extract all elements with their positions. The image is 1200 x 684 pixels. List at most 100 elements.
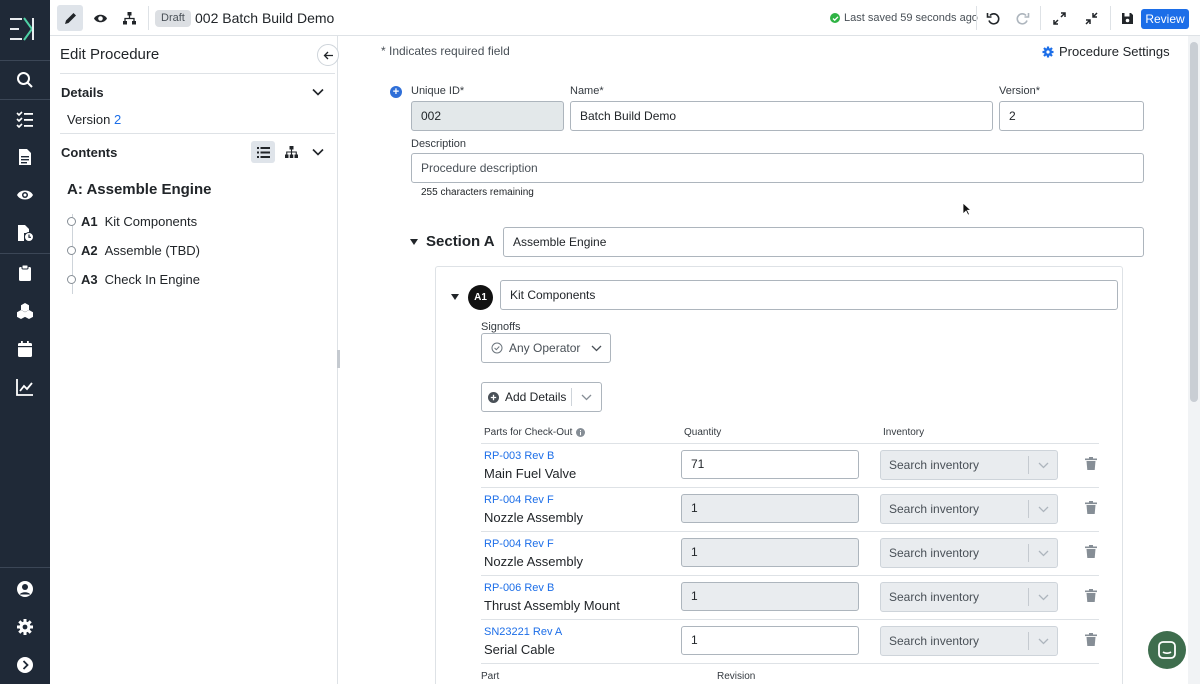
section-tree-title[interactable]: A: Assemble Engine: [67, 181, 211, 198]
collapse-triangle-icon[interactable]: [410, 238, 418, 245]
signoff-select[interactable]: Any Operator: [481, 333, 611, 363]
trash-icon[interactable]: [1085, 545, 1097, 558]
collapse-triangle-icon[interactable]: [451, 294, 459, 300]
hierarchy-icon[interactable]: [116, 5, 142, 31]
document-clock-icon[interactable]: [0, 214, 50, 252]
inventory-select[interactable]: Search inventory: [880, 582, 1058, 612]
contents-heading[interactable]: Contents: [61, 145, 117, 160]
view-mode-icon[interactable]: [87, 5, 113, 31]
chevron-down-icon[interactable]: [581, 393, 592, 402]
app-logo[interactable]: [10, 16, 38, 42]
part-name: Nozzle Assembly: [484, 554, 583, 569]
collapse-all-icon[interactable]: [1078, 5, 1104, 31]
part-link[interactable]: RP-006 Rev B: [484, 582, 554, 594]
step-node-icon: [67, 275, 76, 284]
add-details-button[interactable]: Add Details: [481, 382, 602, 412]
trash-icon[interactable]: [1085, 589, 1097, 602]
expand-all-icon[interactable]: [1046, 5, 1072, 31]
procedure-settings-button[interactable]: Procedure Settings: [1042, 44, 1170, 59]
list-view-icon[interactable]: [251, 141, 275, 163]
search-icon[interactable]: [0, 61, 50, 99]
collapse-panel-button[interactable]: [317, 44, 339, 66]
gear-icon: [1042, 46, 1054, 57]
tree-view-icon[interactable]: [279, 141, 303, 163]
description-label: Description: [411, 138, 467, 150]
quantity-input[interactable]: 1: [681, 582, 859, 611]
redo-icon[interactable]: [1009, 5, 1035, 31]
chat-support-button[interactable]: [1148, 631, 1186, 669]
add-plus-icon[interactable]: +: [390, 86, 402, 98]
part-link[interactable]: RP-003 Rev B: [484, 450, 554, 462]
chevron-down-icon[interactable]: [311, 85, 325, 99]
version-link[interactable]: 2: [114, 112, 121, 127]
chevron-down-icon: [1038, 462, 1049, 469]
section-label: Section A: [426, 233, 495, 250]
part-link[interactable]: SN23221 Rev A: [484, 626, 562, 638]
procedure-settings-label: Procedure Settings: [1059, 44, 1170, 59]
trash-icon[interactable]: [1085, 501, 1097, 514]
section-name-field[interactable]: Assemble Engine: [503, 227, 1144, 257]
draft-badge: Draft: [155, 10, 191, 27]
quantity-input[interactable]: 1: [681, 538, 859, 567]
checklist-icon[interactable]: [0, 100, 50, 138]
undo-icon[interactable]: [980, 5, 1006, 31]
inventory-placeholder: Search inventory: [889, 458, 980, 472]
chevron-down-icon: [1038, 550, 1049, 557]
inventory-placeholder: Search inventory: [889, 502, 980, 516]
step-name-field[interactable]: Kit Components: [500, 280, 1118, 310]
mouse-cursor-icon: [962, 202, 972, 216]
tree-step-item[interactable]: A2 Assemble (TBD): [67, 243, 200, 258]
inventory-select[interactable]: Search inventory: [880, 494, 1058, 524]
calendar-icon[interactable]: [0, 330, 50, 368]
name-field[interactable]: Batch Build Demo: [570, 101, 993, 131]
part-name: Nozzle Assembly: [484, 510, 583, 525]
inventory-select[interactable]: Search inventory: [880, 626, 1058, 656]
part-link[interactable]: RP-004 Rev F: [484, 494, 554, 506]
step-name: Check In Engine: [104, 272, 201, 287]
step-badge: A1: [468, 285, 493, 310]
gear-icon[interactable]: [0, 608, 50, 646]
section-header[interactable]: Section A: [410, 233, 495, 250]
step-node-icon: [67, 246, 76, 255]
inventory-header: Inventory: [883, 427, 925, 438]
user-icon[interactable]: [0, 570, 50, 608]
version-info: Version 2: [67, 112, 121, 127]
expand-icon[interactable]: [0, 646, 50, 684]
tree-step-item[interactable]: A3 Check In Engine: [67, 272, 200, 287]
review-button[interactable]: Review: [1141, 9, 1189, 29]
add-details-label: Add Details: [505, 390, 567, 404]
arrow-left-icon: [323, 51, 333, 59]
eye-icon[interactable]: [0, 176, 50, 214]
save-status: Last saved 59 seconds ago: [830, 12, 978, 24]
document-icon[interactable]: [0, 138, 50, 176]
clipboard-icon[interactable]: [0, 254, 50, 292]
trash-icon[interactable]: [1085, 633, 1097, 646]
unique-id-field[interactable]: 002: [411, 101, 564, 131]
inventory-select[interactable]: Search inventory: [880, 450, 1058, 480]
inventory-select[interactable]: Search inventory: [880, 538, 1058, 568]
chevron-down-icon[interactable]: [311, 145, 325, 159]
quantity-input[interactable]: 1: [681, 494, 859, 523]
chevron-down-icon: [591, 345, 602, 352]
inventory-placeholder: Search inventory: [889, 546, 980, 560]
part-link[interactable]: RP-004 Rev F: [484, 538, 554, 550]
check-circle-icon: [830, 13, 840, 23]
components-icon[interactable]: [0, 292, 50, 330]
tree-step-item[interactable]: A1 Kit Components: [67, 214, 197, 229]
save-icon[interactable]: [1114, 5, 1140, 31]
save-status-text: Last saved 59 seconds ago: [844, 12, 978, 24]
info-icon[interactable]: [576, 428, 586, 437]
version-field[interactable]: 2: [999, 101, 1144, 131]
procedure-title: 002 Batch Build Demo: [195, 10, 335, 26]
plus-circle-icon: [488, 391, 499, 403]
details-heading[interactable]: Details: [61, 85, 104, 100]
quantity-input[interactable]: 71: [681, 450, 859, 479]
inventory-placeholder: Search inventory: [889, 634, 980, 648]
required-note: * Indicates required field: [381, 44, 510, 58]
quantity-input[interactable]: 1: [681, 626, 859, 655]
description-field[interactable]: Procedure description: [411, 153, 1144, 183]
edit-mode-icon[interactable]: [57, 5, 83, 31]
main-scrollbar[interactable]: [1188, 36, 1200, 684]
trash-icon[interactable]: [1085, 457, 1097, 470]
analytics-icon[interactable]: [0, 368, 50, 406]
